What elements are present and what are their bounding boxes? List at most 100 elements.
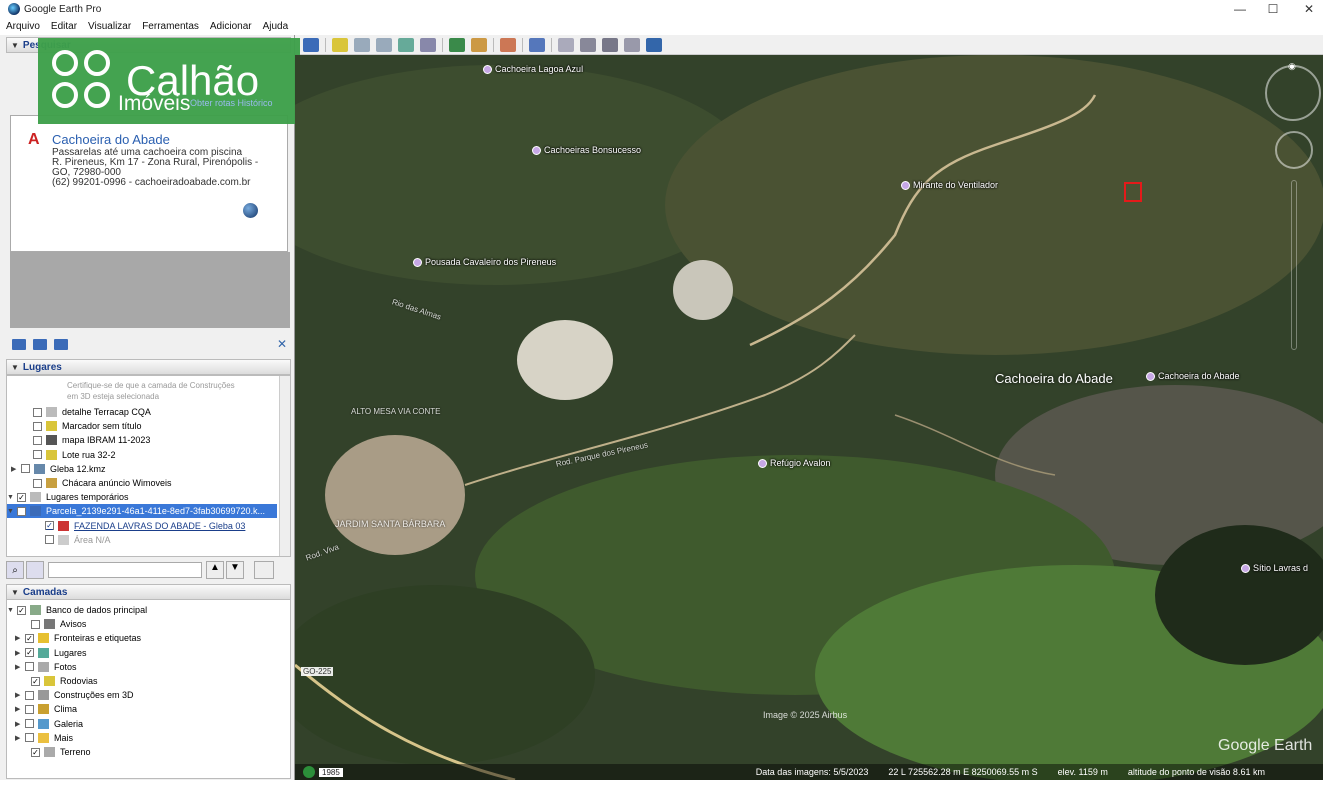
expander-arrow-icon[interactable]: ▶ xyxy=(15,734,23,742)
menu-visualizar[interactable]: Visualizar xyxy=(88,21,131,32)
copy-icon[interactable] xyxy=(33,339,47,350)
expander-arrow-icon[interactable]: ▶ xyxy=(15,634,23,642)
tree-item[interactable]: ▼ ✓ Parcela_2139e291-46a1-411e-8ed7-3fab30… xyxy=(7,504,277,519)
menu-ferramentas[interactable]: Ferramentas xyxy=(142,21,199,32)
visibility-checkbox[interactable]: ✓ xyxy=(31,676,40,686)
visibility-checkbox[interactable] xyxy=(33,407,42,417)
expander-arrow-icon[interactable]: ▼ xyxy=(7,494,15,501)
visibility-checkbox[interactable] xyxy=(31,619,40,629)
tree-item[interactable]: ✓ Terreno xyxy=(21,745,91,759)
menu-editar[interactable]: Editar xyxy=(51,21,77,32)
folder-icon[interactable] xyxy=(12,339,26,350)
email-icon[interactable] xyxy=(558,37,574,52)
tree-item[interactable]: ▼ ✓ Banco de dados principal xyxy=(7,603,147,617)
visibility-checkbox[interactable] xyxy=(21,464,30,474)
compass-navigation[interactable] xyxy=(1265,65,1321,121)
add-folder-icon[interactable] xyxy=(254,561,274,579)
planets-icon[interactable] xyxy=(500,37,516,52)
tree-item[interactable]: ▶ Fotos xyxy=(15,660,77,674)
search-tabs[interactable]: Obter rotas Histórico xyxy=(190,98,273,108)
places-scrollbar[interactable] xyxy=(279,376,290,556)
tour-icon[interactable] xyxy=(420,37,436,52)
expander-arrow-icon[interactable]: ▶ xyxy=(15,720,23,728)
visibility-checkbox[interactable] xyxy=(25,719,34,729)
tree-item[interactable]: ✓ FAZENDA LAVRAS DO ABADE - Gleba 03 xyxy=(35,519,245,533)
menu-ajuda[interactable]: Ajuda xyxy=(263,21,289,32)
tree-item[interactable]: ▶ Galeria xyxy=(15,717,83,731)
layers-panel-header[interactable]: ▼ Camadas xyxy=(6,584,291,600)
expander-arrow-icon[interactable]: ▶ xyxy=(11,465,19,473)
globe-icon[interactable] xyxy=(243,203,258,218)
tree-item[interactable]: Marcador sem título xyxy=(23,419,142,433)
arrow-up-icon[interactable]: ▲ xyxy=(206,561,224,579)
map-view[interactable]: Cachoeira Lagoa Azul Cachoeiras Bonsuces… xyxy=(295,55,1323,780)
expander-arrow-icon[interactable]: ▶ xyxy=(15,649,23,657)
tree-item[interactable]: ▶ Gleba 12.kmz xyxy=(11,462,106,476)
visibility-checkbox[interactable] xyxy=(33,478,42,488)
view-maps-icon[interactable] xyxy=(624,37,640,52)
place-pin[interactable]: Cachoeira Lagoa Azul xyxy=(483,64,583,74)
visibility-checkbox[interactable] xyxy=(25,662,34,672)
expander-arrow-icon[interactable]: ▶ xyxy=(15,663,23,671)
close-search-icon[interactable]: ✕ xyxy=(277,337,287,351)
north-arrow-icon[interactable]: ◉ xyxy=(1288,61,1296,72)
path-icon[interactable] xyxy=(376,37,392,52)
place-pin[interactable]: Sítio Lavras d xyxy=(1241,563,1308,573)
place-pin[interactable]: Mirante do Ventilador xyxy=(901,180,998,190)
sidebar-toggle-icon[interactable] xyxy=(303,37,319,52)
place-pin[interactable]: Cachoeiras Bonsucesso xyxy=(532,145,641,155)
visibility-checkbox[interactable]: ✓ xyxy=(17,605,26,615)
places-search-input[interactable] xyxy=(48,562,202,578)
place-pin[interactable]: Cachoeira do Abade xyxy=(1146,371,1240,381)
collapse-triangle-icon[interactable]: ▼ xyxy=(11,363,19,372)
visibility-checkbox[interactable]: ✓ xyxy=(25,633,34,643)
tree-item[interactable]: Área N/A xyxy=(35,533,111,547)
search-icon[interactable]: ⌕ xyxy=(6,561,24,579)
visibility-checkbox[interactable] xyxy=(33,435,42,445)
tree-item[interactable]: mapa IBRAM 11-2023 xyxy=(23,433,150,447)
expander-arrow-icon[interactable]: ▼ xyxy=(7,607,15,614)
visibility-checkbox[interactable] xyxy=(33,450,42,460)
visibility-checkbox[interactable] xyxy=(25,690,34,700)
place-pin[interactable]: Refúgio Avalon xyxy=(758,458,830,468)
expander-arrow-icon[interactable]: ▼ xyxy=(7,508,15,515)
visibility-checkbox[interactable]: ✓ xyxy=(31,747,40,757)
visibility-checkbox[interactable] xyxy=(33,421,42,431)
print-icon[interactable] xyxy=(580,37,596,52)
tree-item[interactable]: Lote rua 32-2 xyxy=(23,448,116,462)
result-letter-marker[interactable]: A xyxy=(28,131,40,149)
historical-imagery-icon[interactable] xyxy=(449,37,465,52)
tree-item[interactable]: ✓ Rodovias xyxy=(21,674,98,688)
place-pin[interactable]: Pousada Cavaleiro dos Pireneus xyxy=(413,257,556,267)
map-place-label[interactable]: Cachoeira do Abade xyxy=(995,371,1113,386)
overlay-icon[interactable] xyxy=(398,37,414,52)
tree-item[interactable]: Avisos xyxy=(21,617,86,631)
imagery-year[interactable]: 1985 xyxy=(319,767,343,777)
tree-item[interactable]: ▶ Construções em 3D xyxy=(15,688,134,702)
historical-clock-icon[interactable] xyxy=(303,766,315,778)
tree-item[interactable]: Chácara anúncio Wimoveis xyxy=(23,476,172,490)
visibility-checkbox[interactable]: ✓ xyxy=(17,506,26,516)
result-title-link[interactable]: Cachoeira do Abade xyxy=(52,132,170,147)
tree-item[interactable]: ▶ Clima xyxy=(15,702,77,716)
collapse-triangle-icon[interactable]: ▼ xyxy=(11,41,19,50)
visibility-checkbox[interactable]: ✓ xyxy=(25,648,34,658)
save-image-icon[interactable] xyxy=(602,37,618,52)
print-icon[interactable] xyxy=(54,339,68,350)
visibility-checkbox[interactable] xyxy=(25,704,34,714)
sun-icon[interactable] xyxy=(471,37,487,52)
tree-item[interactable]: detalhe Terracap CQA xyxy=(23,405,151,419)
places-panel-header[interactable]: ▼ Lugares xyxy=(6,359,291,375)
tree-item[interactable]: ▶ ✓ Fronteiras e etiquetas xyxy=(15,631,141,645)
visibility-checkbox[interactable] xyxy=(45,535,54,545)
collapse-triangle-icon[interactable]: ▼ xyxy=(11,588,19,597)
zoom-slider[interactable] xyxy=(1291,180,1297,350)
polygon-icon[interactable] xyxy=(354,37,370,52)
tree-item[interactable]: ▶ Mais xyxy=(15,731,73,745)
expander-arrow-icon[interactable]: ▶ xyxy=(15,691,23,699)
earth-gallery-icon[interactable] xyxy=(646,37,662,52)
visibility-checkbox[interactable]: ✓ xyxy=(45,521,54,531)
visibility-checkbox[interactable]: ✓ xyxy=(17,492,26,502)
ruler-icon[interactable] xyxy=(529,37,545,52)
look-joystick[interactable] xyxy=(1275,131,1313,169)
